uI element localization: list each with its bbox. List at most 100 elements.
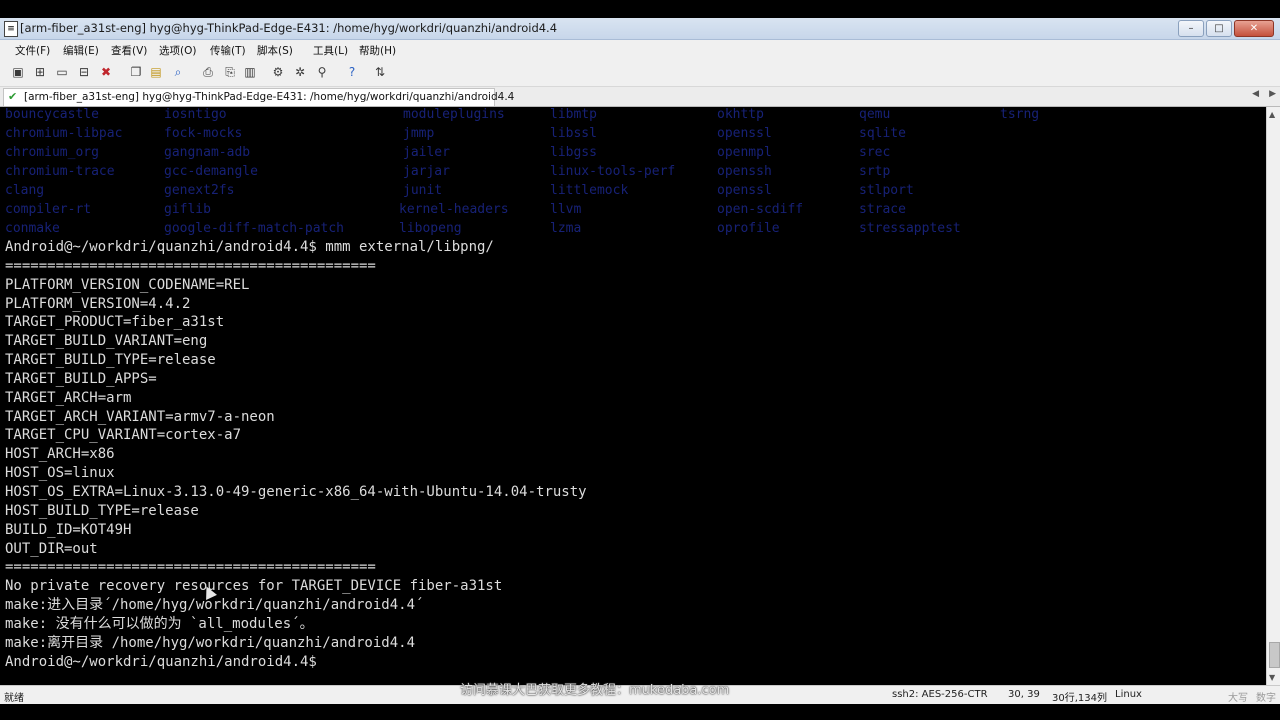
listing-item: openssl (717, 126, 772, 141)
window-title: [arm-fiber_a31st-eng] hyg@hyg-ThinkPad-E… (20, 21, 558, 35)
toolbar: ▣ ⊞ ▭ ⊟ ✖ ❐ ▤ ⌕ ⎙ ⎘ ▥ ⚙ ✲ ⚲ ? ⇅ (0, 60, 1280, 87)
print-icon[interactable]: ⎙ (200, 65, 216, 80)
terminal-output[interactable]: bouncycastle iosntigo moduleplugins libm… (0, 107, 1266, 685)
status-encryption: ssh2: AES-256-CTR (892, 689, 988, 700)
listing-item: stressapptest (859, 221, 961, 236)
listing-item: gangnam-adb (164, 145, 251, 160)
listing-item: compiler-rt (5, 202, 92, 217)
keymap-icon[interactable]: ⚲ (314, 65, 330, 80)
listing-item: kernel-headers (399, 202, 509, 217)
menu-help[interactable]: 帮助(H) (359, 43, 396, 58)
terminal-scrollbar[interactable]: ▲ ▼ (1266, 107, 1280, 685)
status-os: Linux (1115, 689, 1142, 700)
close-button[interactable]: ✕ (1234, 20, 1274, 37)
session-tab-label: [arm-fiber_a31st-eng] hyg@hyg-ThinkPad-E… (24, 91, 515, 103)
status-caps: 大写 (1228, 693, 1248, 704)
minimize-button[interactable]: – (1178, 20, 1204, 37)
menu-options[interactable]: 选项(O) (159, 43, 196, 58)
listing-item: tsrng (1000, 107, 1040, 122)
maximize-button[interactable]: □ (1206, 20, 1232, 37)
terminal-line: make:进入目录´/home/hyg/workdri/quanzhi/andr… (5, 597, 424, 614)
listing-item: chromium-trace (5, 164, 115, 179)
menu-view[interactable]: 查看(V) (111, 43, 147, 58)
terminal-line: ========================================… (5, 257, 376, 274)
listing-item: openmpl (717, 145, 772, 160)
status-num: 数字 (1256, 693, 1276, 704)
listing-item: strace (859, 202, 906, 217)
listing-item: libssl (550, 126, 597, 141)
listing-item: genext2fs (164, 183, 235, 198)
paste-icon[interactable]: ▤ (148, 65, 164, 80)
menu-bar: 文件(F) 编辑(E) 查看(V) 选项(O) 传输(T) 脚本(S) 工具(L… (0, 40, 1280, 60)
disconnect-icon[interactable]: ⊟ (76, 65, 92, 80)
listing-item: libopeng (399, 221, 462, 236)
listing-item: srtp (859, 164, 891, 179)
listing-item: chromium_org (5, 145, 99, 160)
terminal-line: HOST_ARCH=x86 (5, 446, 115, 463)
sftp-icon[interactable]: ⇅ (372, 65, 388, 80)
listing-item: libmtp (550, 107, 597, 122)
session-options-icon[interactable]: ⚙ (270, 65, 286, 80)
listing-item: jailer (403, 145, 450, 160)
listing-item: conmake (5, 221, 60, 236)
session-tab[interactable]: ✔ [arm-fiber_a31st-eng] hyg@hyg-ThinkPad… (3, 88, 514, 106)
connected-check-icon: ✔ (8, 90, 18, 103)
listing-item: jarjar (403, 164, 450, 179)
listing-item: jmmp (403, 126, 435, 141)
menu-edit[interactable]: 编辑(E) (63, 43, 99, 58)
terminal-line: make: 没有什么可以做的为 `all_modules´。 (5, 615, 314, 632)
terminal-line: TARGET_PRODUCT=fiber_a31st (5, 314, 225, 331)
tab-prev-icon[interactable]: ◀ (1252, 89, 1259, 99)
help-icon[interactable]: ? (344, 65, 360, 80)
new-session-icon[interactable]: ▣ (10, 65, 26, 80)
connect-icon[interactable]: ⊞ (32, 65, 48, 80)
terminal-line: make:离开目录 /home/hyg/workdri/quanzhi/andr… (5, 634, 416, 651)
reconnect-icon[interactable]: ▭ (54, 65, 70, 80)
top-black-border (0, 0, 1280, 18)
scroll-down-icon[interactable]: ▼ (1269, 673, 1275, 682)
listing-item: openssl (717, 183, 772, 198)
menu-transfer[interactable]: 传输(T) (210, 43, 246, 58)
listing-item: giflib (164, 202, 211, 217)
menu-file[interactable]: 文件(F) (15, 43, 50, 58)
terminal-line: OUT_DIR=out (5, 540, 98, 557)
tab-next-icon[interactable]: ▶ (1269, 89, 1276, 99)
status-terminal-size: 30行,134列 (1052, 693, 1107, 704)
status-ready: 就绪 (4, 693, 24, 704)
listing-item: clang (5, 183, 45, 198)
listing-item: qemu (859, 107, 891, 122)
listing-item: sqlite (859, 126, 906, 141)
printer-icon[interactable]: ▥ (242, 65, 258, 80)
menu-script[interactable]: 脚本(S) (257, 43, 293, 58)
terminal-lines: Android@~/workdri/quanzhi/android4.4$ mm… (5, 238, 587, 671)
session-tab-strip: ✔ [arm-fiber_a31st-eng] hyg@hyg-ThinkPad… (0, 87, 1280, 107)
terminal-prompt[interactable]: Android@~/workdri/quanzhi/android4.4$ (5, 653, 587, 672)
listing-item: oprofile (717, 221, 780, 236)
copy-icon[interactable]: ❐ (128, 65, 144, 80)
listing-item: srec (859, 145, 891, 160)
find-icon[interactable]: ⌕ (170, 65, 186, 80)
listing-item: google-diff-match-patch (164, 221, 345, 236)
watermark: 访问慕课大巴获取更多教程：mukedaba.com (460, 683, 730, 698)
directory-listing: bouncycastle iosntigo moduleplugins libm… (0, 107, 1266, 237)
terminal-line: TARGET_ARCH_VARIANT=armv7-a-neon (5, 408, 275, 425)
scroll-up-icon[interactable]: ▲ (1269, 110, 1275, 119)
terminal-line: PLATFORM_VERSION=4.4.2 (5, 295, 191, 312)
terminal-app-icon[interactable]: ≡ (4, 21, 18, 37)
terminal-line: ========================================… (5, 559, 376, 576)
scrollbar-thumb[interactable] (1269, 642, 1280, 668)
listing-item: junit (403, 183, 443, 198)
terminal-line: HOST_OS=linux (5, 465, 115, 482)
listing-item: moduleplugins (403, 107, 505, 122)
terminal-line: HOST_BUILD_TYPE=release (5, 502, 199, 519)
window-titlebar[interactable]: ≡ [arm-fiber_a31st-eng] hyg@hyg-ThinkPad… (0, 18, 1280, 40)
close-session-icon[interactable]: ✖ (98, 65, 114, 80)
global-options-icon[interactable]: ✲ (292, 65, 308, 80)
window-controls: – □ ✕ (1178, 20, 1274, 37)
terminal-line: No private recovery resources for TARGET… (5, 578, 503, 595)
listing-item: chromium-libpac (5, 126, 123, 141)
menu-tools[interactable]: 工具(L) (313, 43, 348, 58)
listing-item: linux-tools-perf (550, 164, 676, 179)
print-setup-icon[interactable]: ⎘ (222, 65, 238, 80)
terminal-line: TARGET_BUILD_VARIANT=eng (5, 333, 208, 350)
